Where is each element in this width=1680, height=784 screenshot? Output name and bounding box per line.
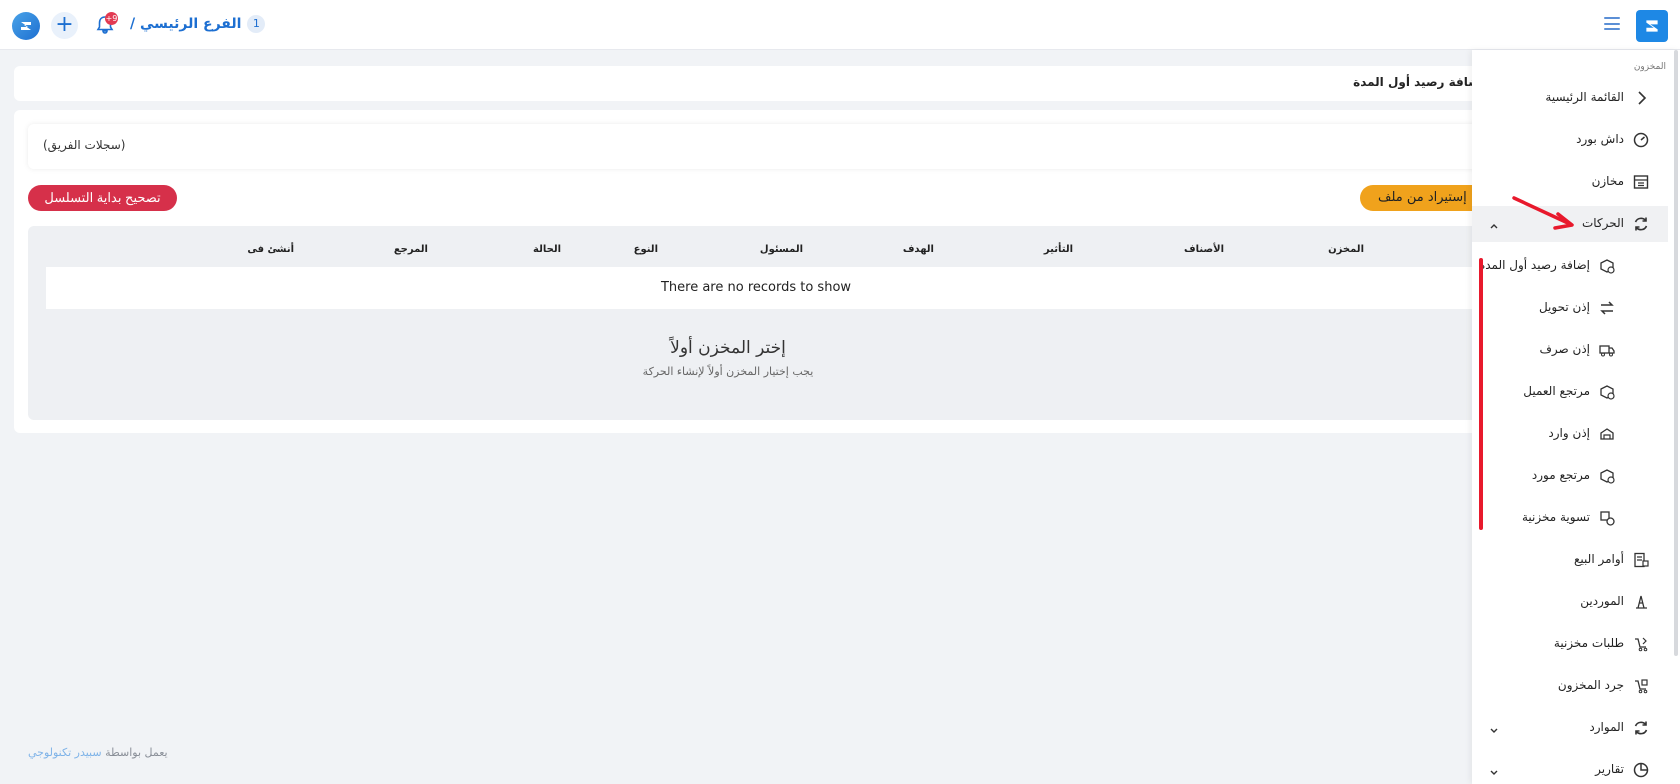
col-header-reference[interactable]: المرجع [394,244,428,255]
page-title: إضافة رصيد أول المدة [1353,75,1484,89]
sidebar-item-transfer[interactable]: إذن تحويل [1472,290,1668,326]
powered-by-text: يعمل بواسطة [105,746,168,759]
brand-icon[interactable] [1636,10,1668,42]
box-return-icon [1598,383,1616,401]
speedometer-icon [1632,131,1650,149]
page-title-card: إضافة رصيد أول المدة [14,66,1484,101]
top-bar: + +9 1 الفرع الرئيسي / [0,0,1680,50]
sidebar-item-resources[interactable]: الموارد [1472,710,1668,746]
sidebar-scrollbar[interactable] [1674,50,1678,656]
sidebar-item-label: إضافة رصيد أول المدة [1478,258,1590,272]
col-header-type[interactable]: النوع [634,244,658,255]
sidebar-item-inbound[interactable]: إذن وارد [1472,416,1668,452]
powered-by-brand[interactable]: سبيدر تكنولوجي [28,746,102,759]
menu-icon[interactable] [1604,17,1620,30]
fix-sequence-button[interactable]: تصحيح بداية التسلسل [28,185,177,211]
stocktake-icon [1632,677,1650,695]
sidebar-item-customer-return[interactable]: مرتجع العميل [1472,374,1668,410]
inbound-icon [1598,425,1616,443]
sidebar-item-dashboard[interactable]: داش بورد [1472,122,1668,158]
sidebar-item-main-menu[interactable]: القائمة الرئيسية [1472,80,1668,116]
truck-icon [1598,341,1616,359]
team-log-card: (سجلات الفريق) [28,124,1484,169]
col-header-effect[interactable]: التأثير [1044,244,1073,255]
col-header-status[interactable]: الحالة [533,244,561,255]
branch-number: 1 [247,15,266,33]
sidebar-item-label: تسوية مخزنية [1521,510,1590,524]
empty-state-title: إختر المخزن أولاً [670,338,786,358]
sidebar-item-label: جرد المخزون [1557,678,1624,692]
add-button[interactable]: + [51,12,78,39]
sidebar-item-dispatch[interactable]: إذن صرف [1472,332,1668,368]
adjust-icon [1598,509,1616,527]
sidebar-item-label: إذن وارد [1548,426,1590,440]
sidebar-item-stock-adjustment[interactable]: تسوية مخزنية [1472,500,1668,536]
col-header-items[interactable]: الأصناف [1184,244,1224,255]
sidebar-item-supplier-return[interactable]: مرتجع مورد [1472,458,1668,494]
sidebar-item-stocktake[interactable]: جرد المخزون [1472,668,1668,704]
empty-records-text: There are no records to show [660,280,852,295]
team-log-link[interactable]: (سجلات الفريق) [43,138,125,152]
branch-name: الفرع الرئيسي / [130,16,242,32]
warehouse-icon [1632,173,1650,191]
branch-selector[interactable]: 1 الفرع الرئيسي / [130,15,266,33]
sidebar-item-label: مخازن [1591,174,1624,188]
annotation-arrow-icon [1512,196,1574,230]
supplier-icon [1632,593,1650,611]
sidebar-item-label: تقارير [1595,762,1624,776]
sidebar-item-label: مرتجع مورد [1531,468,1590,482]
sidebar-item-label: الحركات [1581,216,1624,230]
sidebar: المخزون القائمة الرئيسية داش بورد مخازن … [1472,50,1680,784]
records-table: المخزن الأصناف التأثير الهدف المسئول الن… [28,226,1484,420]
chevron-down-icon [1488,721,1500,733]
sidebar-item-label: طلبات مخزنية [1553,636,1624,650]
empty-records-row: There are no records to show [46,267,1484,309]
sidebar-item-label: الموارد [1589,720,1624,734]
transfer-icon [1598,299,1616,317]
sidebar-item-label: إذن تحويل [1538,300,1590,314]
box-add-icon [1598,257,1616,275]
sidebar-item-stock-requests[interactable]: طلبات مخزنية [1472,626,1668,662]
box-supplier-icon [1598,467,1616,485]
sidebar-item-label: أوامر البيع [1574,552,1624,566]
col-header-target[interactable]: الهدف [903,244,934,255]
notification-badge: +9 [105,12,118,25]
chevron-right-icon [1632,89,1650,107]
app-logo-icon[interactable] [12,12,40,40]
powered-by: يعمل بواسطة سبيدر تكنولوجي [28,746,168,759]
sidebar-item-sales-orders[interactable]: أوامر البيع [1472,542,1668,578]
sidebar-item-label: داش بورد [1576,132,1624,146]
import-file-button[interactable]: إستيراد من ملف [1360,185,1490,211]
empty-state-subtitle: يجب إختيار المخزن أولاً لإنشاء الحركة [642,365,814,378]
annotation-line [1479,258,1483,530]
sidebar-item-opening-balance[interactable]: إضافة رصيد أول المدة [1472,248,1668,284]
resources-icon [1632,719,1650,737]
sidebar-item-label: مرتجع العميل [1523,384,1590,398]
sidebar-item-label: القائمة الرئيسية [1545,90,1624,104]
sidebar-item-suppliers[interactable]: الموردين [1472,584,1668,620]
sidebar-item-reports[interactable]: تقارير [1472,752,1668,784]
stock-request-icon [1632,635,1650,653]
col-header-responsible[interactable]: المسئول [760,244,803,255]
chevron-up-icon [1488,217,1500,229]
reports-icon [1632,761,1650,779]
col-header-warehouse[interactable]: المخزن [1328,244,1364,255]
chevron-down-icon [1488,763,1500,775]
sidebar-item-label: الموردين [1580,594,1624,608]
col-header-created-at[interactable]: أنشئ فى [247,244,294,255]
sidebar-item-label: إذن صرف [1539,342,1590,356]
refresh-icon [1632,215,1650,233]
sidebar-section-title: المخزون [1633,62,1666,72]
sales-order-icon [1632,551,1650,569]
